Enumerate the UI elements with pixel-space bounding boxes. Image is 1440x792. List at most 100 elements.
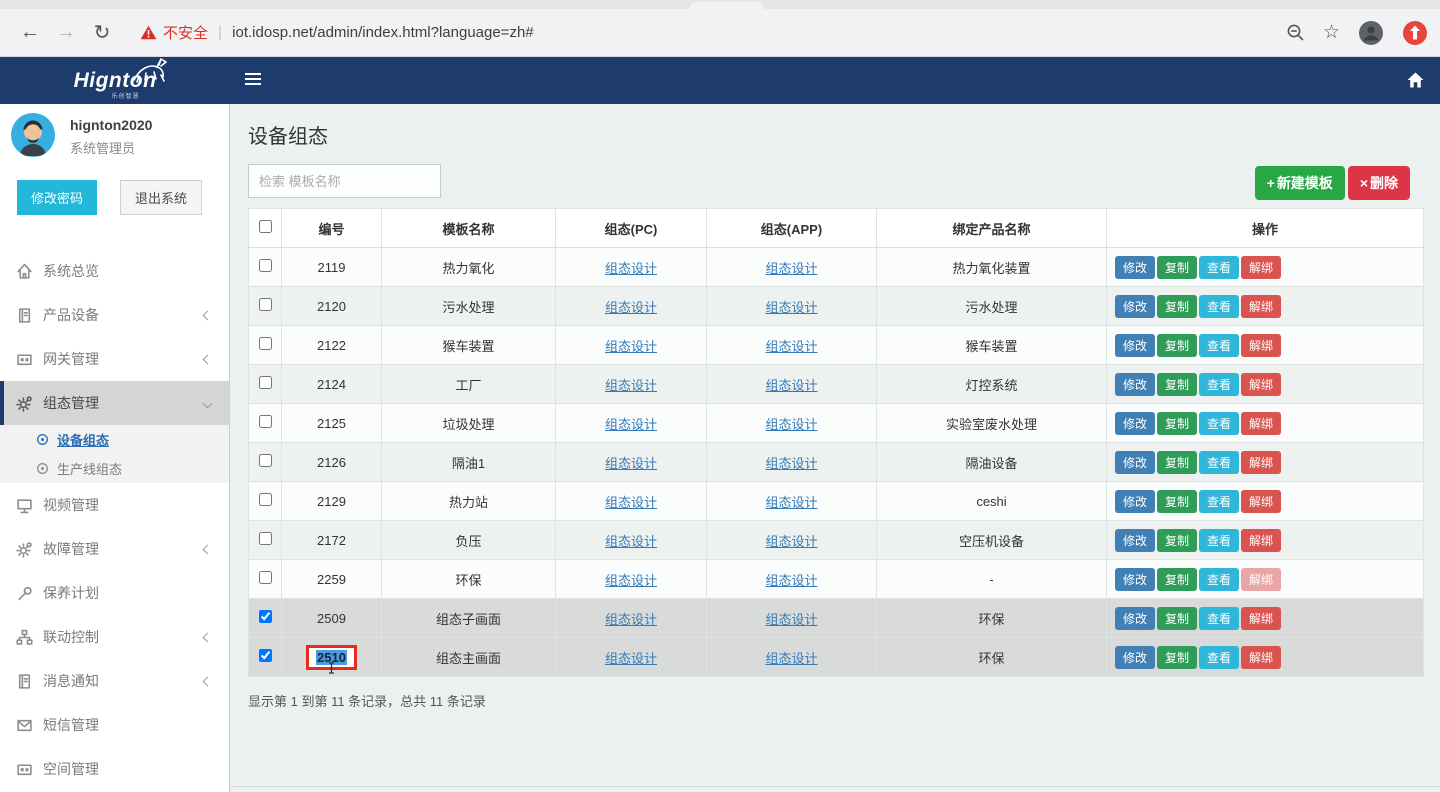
- sidebar-item-联动控制[interactable]: 联动控制: [0, 615, 229, 659]
- zoom-out-icon[interactable]: [1286, 23, 1305, 42]
- row-checkbox[interactable]: [259, 493, 272, 506]
- copy-button[interactable]: 复制: [1157, 529, 1197, 552]
- config-app-link[interactable]: 组态设计: [765, 651, 817, 666]
- edit-button[interactable]: 修改: [1115, 607, 1155, 630]
- config-pc-link[interactable]: 组态设计: [605, 573, 657, 588]
- sidebar-item-故障管理[interactable]: 故障管理: [0, 527, 229, 571]
- view-button[interactable]: 查看: [1199, 451, 1239, 474]
- config-pc-link[interactable]: 组态设计: [605, 417, 657, 432]
- edit-button[interactable]: 修改: [1115, 568, 1155, 591]
- unbind-button[interactable]: 解绑: [1241, 295, 1281, 318]
- change-password-button[interactable]: 修改密码: [17, 180, 97, 215]
- config-pc-link[interactable]: 组态设计: [605, 651, 657, 666]
- copy-button[interactable]: 复制: [1157, 607, 1197, 630]
- unbind-button[interactable]: 解绑: [1241, 490, 1281, 513]
- sidebar-toggle-hamburger-icon[interactable]: [245, 73, 261, 88]
- row-checkbox[interactable]: [259, 259, 272, 272]
- bookmark-star-icon[interactable]: ☆: [1323, 21, 1340, 44]
- view-button[interactable]: 查看: [1199, 529, 1239, 552]
- logout-button[interactable]: 退出系统: [120, 180, 202, 215]
- view-button[interactable]: 查看: [1199, 295, 1239, 318]
- edit-button[interactable]: 修改: [1115, 334, 1155, 357]
- view-button[interactable]: 查看: [1199, 373, 1239, 396]
- config-pc-link[interactable]: 组态设计: [605, 495, 657, 510]
- row-checkbox[interactable]: [259, 649, 272, 662]
- edit-button[interactable]: 修改: [1115, 646, 1155, 669]
- edit-button[interactable]: 修改: [1115, 529, 1155, 552]
- config-pc-link[interactable]: 组态设计: [605, 456, 657, 471]
- edit-button[interactable]: 修改: [1115, 373, 1155, 396]
- app-logo[interactable]: Hignton 乐创智慧: [0, 57, 230, 104]
- browser-tab[interactable]: [690, 2, 764, 9]
- config-app-link[interactable]: 组态设计: [765, 612, 817, 627]
- reload-icon[interactable]: ↻: [84, 20, 120, 45]
- copy-button[interactable]: 复制: [1157, 295, 1197, 318]
- config-app-link[interactable]: 组态设计: [765, 495, 817, 510]
- copy-button[interactable]: 复制: [1157, 412, 1197, 435]
- view-button[interactable]: 查看: [1199, 256, 1239, 279]
- row-checkbox[interactable]: [259, 337, 272, 350]
- copy-button[interactable]: 复制: [1157, 490, 1197, 513]
- edit-button[interactable]: 修改: [1115, 490, 1155, 513]
- sidebar-item-保养计划[interactable]: 保养计划: [0, 571, 229, 615]
- edit-button[interactable]: 修改: [1115, 451, 1155, 474]
- unbind-button[interactable]: 解绑: [1241, 334, 1281, 357]
- config-pc-link[interactable]: 组态设计: [605, 300, 657, 315]
- address-bar-url[interactable]: iot.idosp.net/admin/index.html?language=…: [232, 24, 533, 41]
- sidebar-item-产品设备[interactable]: 产品设备: [0, 293, 229, 337]
- unbind-button[interactable]: 解绑: [1241, 607, 1281, 630]
- config-app-link[interactable]: 组态设计: [765, 456, 817, 471]
- copy-button[interactable]: 复制: [1157, 373, 1197, 396]
- sidebar-item-网关管理[interactable]: 网关管理: [0, 337, 229, 381]
- view-button[interactable]: 查看: [1199, 607, 1239, 630]
- editing-id-annotation-box[interactable]: 2510: [306, 645, 357, 670]
- submenu-item-生产线组态[interactable]: 生产线组态: [0, 454, 229, 483]
- row-checkbox[interactable]: [259, 571, 272, 584]
- view-button[interactable]: 查看: [1199, 646, 1239, 669]
- edit-button[interactable]: 修改: [1115, 412, 1155, 435]
- config-pc-link[interactable]: 组态设计: [605, 261, 657, 276]
- copy-button[interactable]: 复制: [1157, 568, 1197, 591]
- row-checkbox[interactable]: [259, 454, 272, 467]
- sidebar-item-系统总览[interactable]: 系统总览: [0, 249, 229, 293]
- edit-button[interactable]: 修改: [1115, 256, 1155, 279]
- select-all-checkbox[interactable]: [259, 220, 272, 233]
- view-button[interactable]: 查看: [1199, 334, 1239, 357]
- site-security-badge[interactable]: 不安全: [140, 22, 208, 43]
- unbind-button[interactable]: 解绑: [1241, 256, 1281, 279]
- home-icon[interactable]: [1407, 72, 1424, 88]
- config-app-link[interactable]: 组态设计: [765, 573, 817, 588]
- row-checkbox[interactable]: [259, 532, 272, 545]
- sidebar-item-消息通知[interactable]: 消息通知: [0, 659, 229, 703]
- delete-button[interactable]: ×删除: [1348, 166, 1410, 200]
- forward-icon[interactable]: →: [48, 21, 84, 44]
- browser-profile-avatar[interactable]: [1358, 20, 1384, 46]
- config-pc-link[interactable]: 组态设计: [605, 612, 657, 627]
- unbind-button[interactable]: 解绑: [1241, 529, 1281, 552]
- copy-button[interactable]: 复制: [1157, 334, 1197, 357]
- unbind-button[interactable]: 解绑: [1241, 373, 1281, 396]
- config-pc-link[interactable]: 组态设计: [605, 339, 657, 354]
- row-checkbox[interactable]: [259, 610, 272, 623]
- view-button[interactable]: 查看: [1199, 412, 1239, 435]
- copy-button[interactable]: 复制: [1157, 256, 1197, 279]
- sidebar-item-组态管理[interactable]: 组态管理: [0, 381, 229, 425]
- copy-button[interactable]: 复制: [1157, 451, 1197, 474]
- config-app-link[interactable]: 组态设计: [765, 534, 817, 549]
- config-app-link[interactable]: 组态设计: [765, 378, 817, 393]
- config-app-link[interactable]: 组态设计: [765, 261, 817, 276]
- sidebar-item-短信管理[interactable]: 短信管理: [0, 703, 229, 747]
- search-input[interactable]: [248, 164, 441, 198]
- view-button[interactable]: 查看: [1199, 490, 1239, 513]
- new-template-button[interactable]: +新建模板: [1255, 166, 1345, 200]
- sidebar-item-视频管理[interactable]: 视频管理: [0, 483, 229, 527]
- copy-button[interactable]: 复制: [1157, 646, 1197, 669]
- back-icon[interactable]: ←: [12, 21, 48, 44]
- unbind-button[interactable]: 解绑: [1241, 412, 1281, 435]
- config-app-link[interactable]: 组态设计: [765, 417, 817, 432]
- row-checkbox[interactable]: [259, 415, 272, 428]
- sidebar-item-空间管理[interactable]: 空间管理: [0, 747, 229, 791]
- config-app-link[interactable]: 组态设计: [765, 339, 817, 354]
- row-checkbox[interactable]: [259, 376, 272, 389]
- unbind-button[interactable]: 解绑: [1241, 646, 1281, 669]
